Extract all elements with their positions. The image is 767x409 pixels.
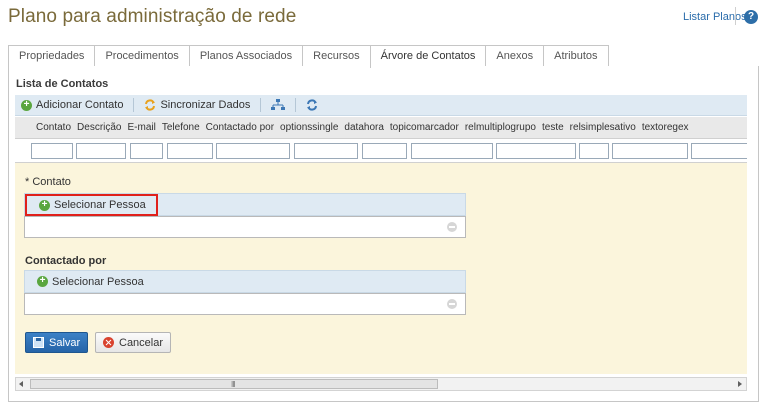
scrollbar-thumb[interactable]: III xyxy=(30,379,438,389)
contactado-field[interactable] xyxy=(24,293,466,315)
column-header[interactable]: Telefone xyxy=(159,122,203,133)
filter-input[interactable] xyxy=(130,143,163,159)
filter-input[interactable] xyxy=(362,143,407,159)
refresh-icon xyxy=(307,99,318,111)
toolbar-separator xyxy=(295,98,297,112)
select-person-button[interactable]: + Selecionar Pessoa xyxy=(25,194,158,216)
column-header[interactable]: teste xyxy=(539,122,567,133)
grid-filter-row xyxy=(15,139,747,163)
column-header[interactable]: Descrição xyxy=(74,122,124,133)
toolbar-separator xyxy=(260,98,262,112)
column-header[interactable]: Contactado por xyxy=(203,122,277,133)
column-header[interactable]: topicomarcador xyxy=(387,122,462,133)
filter-input[interactable] xyxy=(691,143,747,159)
tab-planos-associados[interactable]: Planos Associados xyxy=(188,45,303,67)
scroll-right-icon[interactable] xyxy=(738,381,742,387)
filter-input[interactable] xyxy=(167,143,213,159)
scroll-left-icon[interactable] xyxy=(19,381,23,387)
panel-title: Lista de Contatos xyxy=(16,78,109,90)
column-header[interactable]: relsimplesativo xyxy=(567,122,639,133)
horizontal-scrollbar[interactable]: III xyxy=(15,377,747,391)
header-divider xyxy=(735,7,736,25)
contato-picker-header: + Selecionar Pessoa xyxy=(24,193,466,216)
add-contact-label: Adicionar Contato xyxy=(36,99,124,111)
sync-icon xyxy=(145,99,156,111)
column-header[interactable]: optionssingle xyxy=(277,122,341,133)
contato-field[interactable] xyxy=(24,216,466,238)
filter-input[interactable] xyxy=(31,143,73,159)
page-title: Plano para administração de rede xyxy=(8,6,297,27)
remove-icon[interactable] xyxy=(447,299,457,309)
contato-label: * Contato xyxy=(25,176,71,188)
filter-input[interactable] xyxy=(216,143,290,159)
contactado-por-label: Contactado por xyxy=(25,255,107,267)
help-icon[interactable]: ? xyxy=(744,10,758,24)
filter-input[interactable] xyxy=(411,143,493,159)
tab-anexos[interactable]: Anexos xyxy=(485,45,544,67)
tab-atributos[interactable]: Atributos xyxy=(543,45,609,67)
select-person-label: Selecionar Pessoa xyxy=(54,199,146,211)
list-plans-link[interactable]: Listar Planos xyxy=(683,11,747,23)
save-label: Salvar xyxy=(49,336,81,349)
select-person-label: Selecionar Pessoa xyxy=(52,275,144,288)
refresh-button[interactable] xyxy=(300,95,324,116)
column-header[interactable]: relmultiplogrupo xyxy=(462,122,539,133)
tab-recursos[interactable]: Recursos xyxy=(302,45,370,67)
filter-input[interactable] xyxy=(579,143,609,159)
tree-icon xyxy=(271,99,286,110)
toolbar-separator xyxy=(133,98,135,112)
add-icon: + xyxy=(21,99,32,111)
select-person-button[interactable]: + Selecionar Pessoa xyxy=(27,272,153,291)
filter-input[interactable] xyxy=(496,143,576,159)
sync-data-button[interactable]: Sincronizar Dados xyxy=(138,95,256,116)
cancel-icon xyxy=(103,337,114,348)
column-header[interactable]: E-mail xyxy=(125,122,159,133)
tree-view-button[interactable] xyxy=(265,95,291,116)
column-header[interactable]: textoregex xyxy=(639,122,692,133)
tab-procedimentos[interactable]: Procedimentos xyxy=(94,45,189,67)
remove-icon[interactable] xyxy=(447,222,457,232)
column-header[interactable]: Contato xyxy=(33,122,74,133)
contactado-picker-header: + Selecionar Pessoa xyxy=(24,270,466,293)
filter-input[interactable] xyxy=(294,143,358,159)
contacts-panel: Lista de Contatos + Adicionar Contato Si… xyxy=(8,66,759,402)
grip-icon: III xyxy=(231,380,236,389)
cancel-label: Cancelar xyxy=(119,336,164,349)
grid-header: Contato Descrição E-mail Telefone Contac… xyxy=(15,117,747,139)
contact-form: * Contato + Selecionar Pessoa Contactado… xyxy=(15,163,747,374)
filter-input[interactable] xyxy=(76,143,126,159)
cancel-button[interactable]: Cancelar xyxy=(95,332,172,353)
add-icon: + xyxy=(39,199,50,211)
sync-data-label: Sincronizar Dados xyxy=(160,99,251,111)
tab-bar: Propriedades Procedimentos Planos Associ… xyxy=(8,45,609,68)
tab-arvore-de-contatos[interactable]: Árvore de Contatos xyxy=(369,45,486,68)
filter-input[interactable] xyxy=(612,143,688,159)
save-button[interactable]: Salvar xyxy=(25,332,89,353)
add-icon: + xyxy=(37,276,48,287)
contacts-toolbar: + Adicionar Contato Sincronizar Dados xyxy=(15,95,747,116)
save-icon xyxy=(33,337,44,348)
column-header[interactable]: datahora xyxy=(341,122,386,133)
tab-propriedades[interactable]: Propriedades xyxy=(8,45,95,67)
add-contact-button[interactable]: + Adicionar Contato xyxy=(15,95,129,116)
